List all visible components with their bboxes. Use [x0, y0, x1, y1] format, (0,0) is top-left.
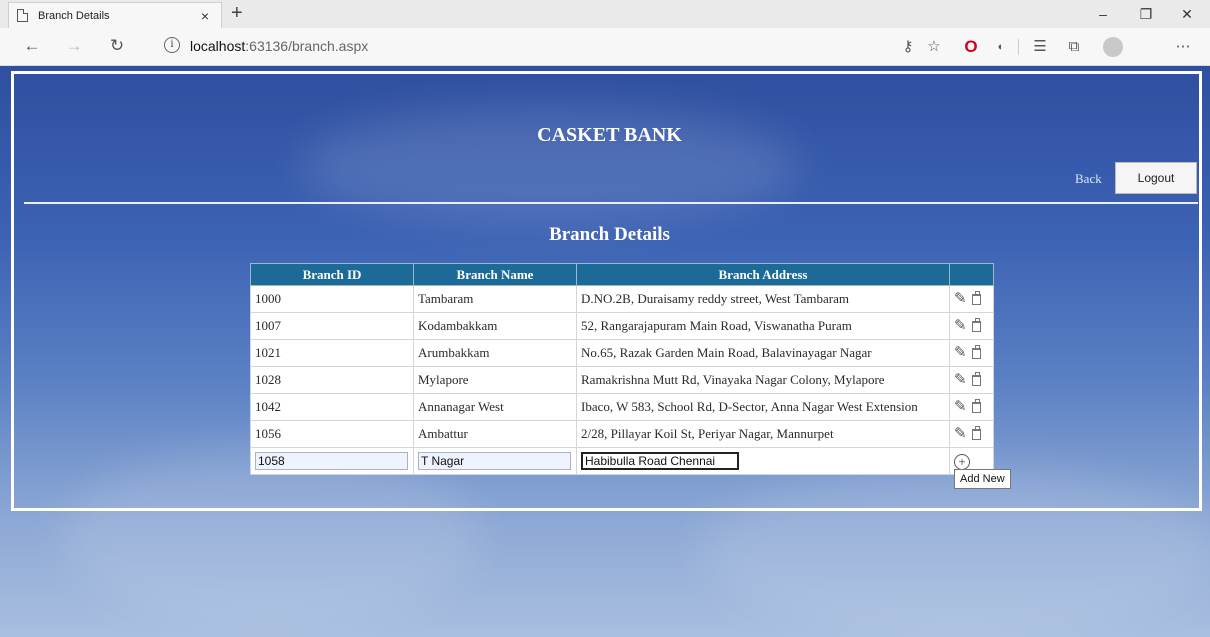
- close-window-button[interactable]: ✕: [1172, 3, 1202, 25]
- branch-address-cell: Ibaco, W 583, School Rd, D-Sector, Anna …: [576, 393, 950, 421]
- extension-icon[interactable]: ◐: [990, 37, 1012, 57]
- refresh-icon[interactable]: ↻: [105, 36, 129, 56]
- branch-table: Branch ID Branch Name Branch Address 100…: [250, 263, 994, 475]
- table-row: 1021 Arumbakkam No.65, Razak Garden Main…: [250, 339, 994, 367]
- favorite-star-icon[interactable]: ☆: [923, 37, 945, 57]
- branch-name-cell: Mylapore: [413, 366, 577, 394]
- column-header-branch-address: Branch Address: [576, 263, 950, 286]
- delete-trash-icon[interactable]: [971, 426, 981, 441]
- address-bar: ← → ↻ i localhost:63136/branch.aspx ⚷ ☆ …: [0, 28, 1210, 66]
- new-branch-id-input[interactable]: [255, 452, 408, 470]
- branch-id-cell: 1021: [250, 339, 414, 367]
- branch-address-cell: 52, Rangarajapuram Main Road, Viswanatha…: [576, 312, 950, 340]
- back-link[interactable]: Back: [1075, 171, 1102, 187]
- site-title: CASKET BANK: [537, 124, 682, 146]
- table-row: 1028 Mylapore Ramakrishna Mutt Rd, Vinay…: [250, 366, 994, 394]
- opera-icon[interactable]: O: [960, 37, 982, 57]
- branch-name-cell: Ambattur: [413, 420, 577, 448]
- info-icon[interactable]: i: [164, 37, 180, 53]
- table-header-row: Branch ID Branch Name Branch Address: [250, 263, 994, 286]
- branch-name-cell: Annanagar West: [413, 393, 577, 421]
- actions-cell: ✎: [949, 339, 994, 367]
- header-divider: [24, 202, 1198, 204]
- tab-title: Branch Details: [38, 9, 110, 22]
- table-row: 1000 Tambaram D.NO.2B, Duraisamy reddy s…: [250, 285, 994, 313]
- branch-address-cell: No.65, Razak Garden Main Road, Balavinay…: [576, 339, 950, 367]
- delete-trash-icon[interactable]: [971, 372, 981, 387]
- actions-cell: ✎: [949, 366, 994, 394]
- branch-address-cell: Ramakrishna Mutt Rd, Vinayaka Nagar Colo…: [576, 366, 950, 394]
- new-address-cell: [576, 447, 950, 475]
- new-row: +: [250, 447, 994, 475]
- delete-trash-icon[interactable]: [971, 291, 981, 306]
- back-arrow-icon[interactable]: ←: [20, 36, 44, 56]
- new-tab-button[interactable]: +: [231, 2, 243, 24]
- favorites-list-icon[interactable]: ☰: [1029, 37, 1051, 57]
- branch-address-cell: 2/28, Pillayar Koil St, Periyar Nagar, M…: [576, 420, 950, 448]
- add-new-tooltip: Add New: [954, 469, 1011, 489]
- page-icon: [17, 9, 28, 22]
- new-branch-name-input[interactable]: [418, 452, 571, 470]
- column-header-branch-id: Branch ID: [250, 263, 414, 286]
- branch-name-cell: Kodambakkam: [413, 312, 577, 340]
- more-icon[interactable]: ⋯: [1172, 37, 1194, 57]
- profile-icon[interactable]: [1103, 37, 1123, 57]
- browser-tab-bar: Branch Details × + – ❐ ✕: [0, 0, 1210, 28]
- key-icon[interactable]: ⚷: [897, 37, 919, 57]
- actions-cell: ✎: [949, 393, 994, 421]
- branch-address-cell: D.NO.2B, Duraisamy reddy street, West Ta…: [576, 285, 950, 313]
- restore-button[interactable]: ❐: [1131, 3, 1161, 25]
- new-id-cell: [250, 447, 414, 475]
- url-host: localhost: [190, 38, 246, 54]
- actions-cell: ✎: [949, 285, 994, 313]
- tab-close-button[interactable]: ×: [197, 8, 213, 24]
- actions-cell: ✎: [949, 420, 994, 448]
- section-title: Branch Details: [549, 224, 670, 245]
- edit-pencil-icon[interactable]: ✎: [954, 319, 967, 334]
- minimize-button[interactable]: –: [1088, 3, 1118, 25]
- edit-pencil-icon[interactable]: ✎: [954, 346, 967, 361]
- new-branch-address-input[interactable]: [581, 452, 739, 470]
- table-row: 1056 Ambattur 2/28, Pillayar Koil St, Pe…: [250, 420, 994, 448]
- delete-trash-icon[interactable]: [971, 345, 981, 360]
- logout-button[interactable]: Logout: [1115, 162, 1197, 194]
- branch-id-cell: 1042: [250, 393, 414, 421]
- branch-name-cell: Tambaram: [413, 285, 577, 313]
- add-new-icon[interactable]: +: [954, 453, 970, 470]
- table-row: 1042 Annanagar West Ibaco, W 583, School…: [250, 393, 994, 421]
- branch-id-cell: 1007: [250, 312, 414, 340]
- table-row: 1007 Kodambakkam 52, Rangarajapuram Main…: [250, 312, 994, 340]
- browser-tab[interactable]: Branch Details ×: [8, 2, 222, 28]
- branch-id-cell: 1056: [250, 420, 414, 448]
- collections-icon[interactable]: ⧉: [1063, 37, 1085, 57]
- edit-pencil-icon[interactable]: ✎: [954, 427, 967, 442]
- url-field[interactable]: localhost:63136/branch.aspx: [190, 38, 368, 54]
- branch-name-cell: Arumbakkam: [413, 339, 577, 367]
- actions-cell: ✎: [949, 312, 994, 340]
- column-header-branch-name: Branch Name: [413, 263, 577, 286]
- toolbar-separator: [1018, 39, 1019, 55]
- column-header-actions: [949, 263, 994, 286]
- branch-id-cell: 1028: [250, 366, 414, 394]
- url-path: :63136/branch.aspx: [245, 38, 369, 54]
- edit-pencil-icon[interactable]: ✎: [954, 292, 967, 307]
- page-background: CASKET BANK Back Logout Branch Details B…: [0, 66, 1210, 637]
- forward-arrow-icon[interactable]: →: [62, 36, 86, 56]
- content-frame: CASKET BANK Back Logout Branch Details B…: [11, 71, 1202, 511]
- new-name-cell: [413, 447, 577, 475]
- delete-trash-icon[interactable]: [971, 399, 981, 414]
- edit-pencil-icon[interactable]: ✎: [954, 373, 967, 388]
- delete-trash-icon[interactable]: [971, 318, 981, 333]
- branch-id-cell: 1000: [250, 285, 414, 313]
- edit-pencil-icon[interactable]: ✎: [954, 400, 967, 415]
